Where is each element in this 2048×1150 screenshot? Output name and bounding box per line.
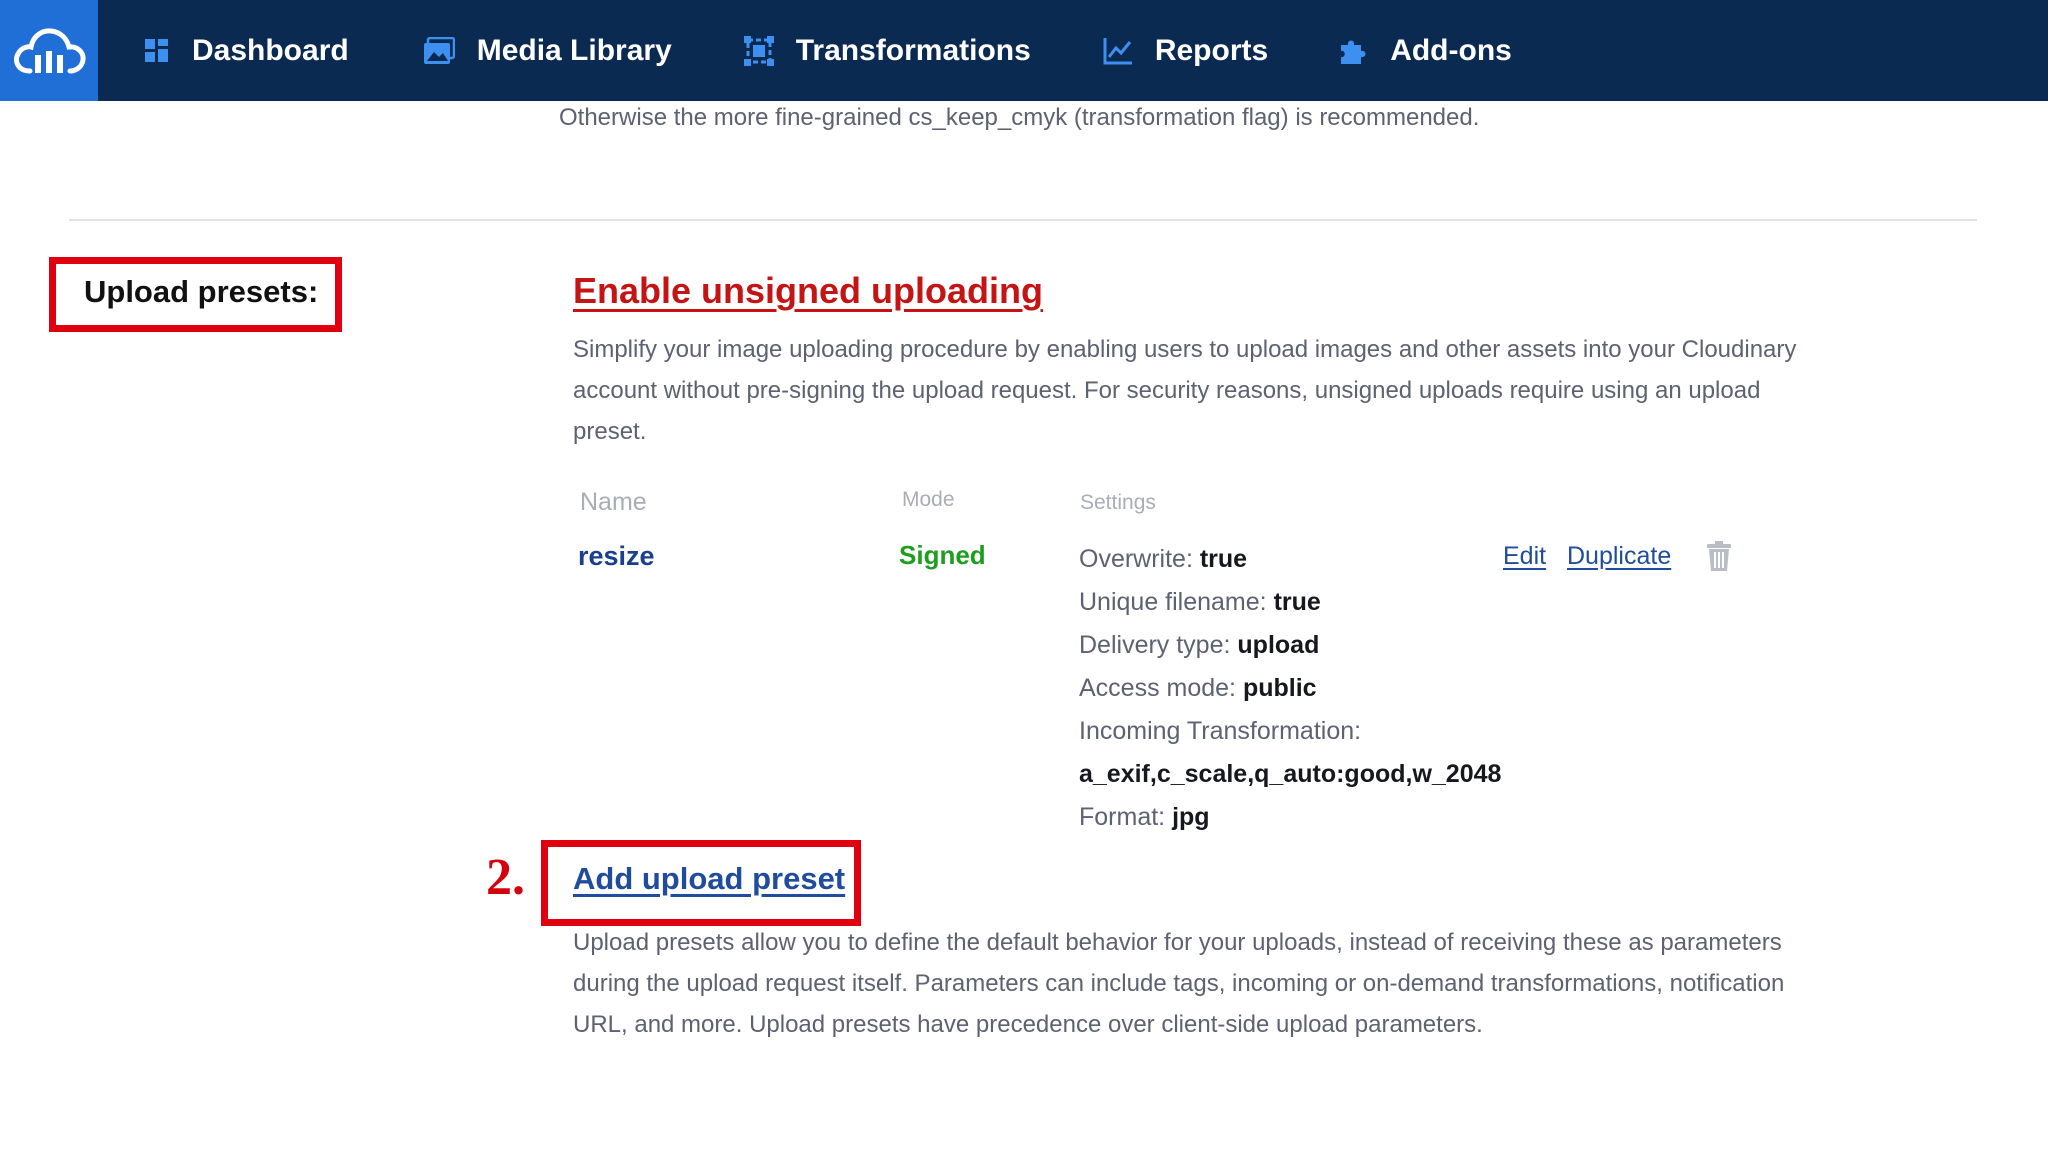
crop-icon bbox=[743, 35, 774, 66]
nav-label: Reports bbox=[1154, 33, 1269, 67]
nav-item-add-ons[interactable]: Add-ons bbox=[1338, 0, 1512, 101]
setting-incoming-transformation-value: a_exif,c_scale,q_auto:good,w_2048 bbox=[1079, 760, 1502, 788]
nav-item-dashboard[interactable]: Dashboard bbox=[144, 0, 349, 101]
duplicate-preset-link[interactable]: Duplicate bbox=[1567, 542, 1671, 571]
upload-presets-label: Upload presets: bbox=[84, 274, 319, 309]
top-nav-bar: Dashboard Media Library Transformations … bbox=[0, 0, 2048, 101]
cloud-logo-icon[interactable] bbox=[0, 0, 98, 101]
nav-label: Dashboard bbox=[192, 33, 349, 67]
trash-icon[interactable] bbox=[1706, 541, 1732, 576]
enable-unsigned-description: Simplify your image uploading procedure … bbox=[573, 336, 1797, 445]
edit-preset-link[interactable]: Edit bbox=[1503, 542, 1546, 571]
section-divider bbox=[69, 219, 1977, 221]
preset-mode: Signed bbox=[899, 540, 986, 570]
intro-text: Otherwise the more fine-grained cs_keep_… bbox=[559, 104, 1480, 131]
add-upload-preset-description: Upload presets allow you to define the d… bbox=[573, 929, 1785, 1038]
column-header-settings: Settings bbox=[1080, 491, 1156, 514]
setting-format: Format: jpg bbox=[1079, 803, 1210, 831]
nav-item-transformations[interactable]: Transformations bbox=[743, 0, 1031, 101]
setting-unique-filename: Unique filename: true bbox=[1079, 588, 1321, 616]
enable-unsigned-uploading-link[interactable]: Enable unsigned uploading bbox=[573, 270, 1043, 312]
nav-label: Media Library bbox=[476, 33, 672, 67]
image-icon bbox=[423, 36, 455, 65]
nav-item-reports[interactable]: Reports bbox=[1103, 0, 1268, 101]
nav-label: Transformations bbox=[795, 33, 1031, 67]
column-header-name: Name bbox=[580, 488, 647, 516]
nav-label: Add-ons bbox=[1390, 33, 1512, 67]
column-header-mode: Mode bbox=[902, 488, 955, 511]
annotation-number: 2. bbox=[486, 849, 525, 906]
add-upload-preset-link[interactable]: Add upload preset bbox=[573, 861, 845, 897]
preset-settings-list: Overwrite: true Unique filename: true De… bbox=[1079, 538, 1501, 839]
nav-item-media-library[interactable]: Media Library bbox=[423, 0, 672, 101]
setting-delivery-type: Delivery type: upload bbox=[1079, 631, 1320, 659]
preset-name-link[interactable]: resize bbox=[578, 541, 655, 572]
puzzle-icon bbox=[1338, 36, 1368, 66]
chart-icon bbox=[1103, 37, 1133, 65]
setting-access-mode: Access mode: public bbox=[1079, 674, 1317, 702]
grid-icon bbox=[144, 38, 170, 64]
setting-incoming-transformation: Incoming Transformation: bbox=[1079, 717, 1362, 745]
page: Dashboard Media Library Transformations … bbox=[0, 0, 2048, 1150]
setting-overwrite: Overwrite: true bbox=[1079, 545, 1248, 573]
